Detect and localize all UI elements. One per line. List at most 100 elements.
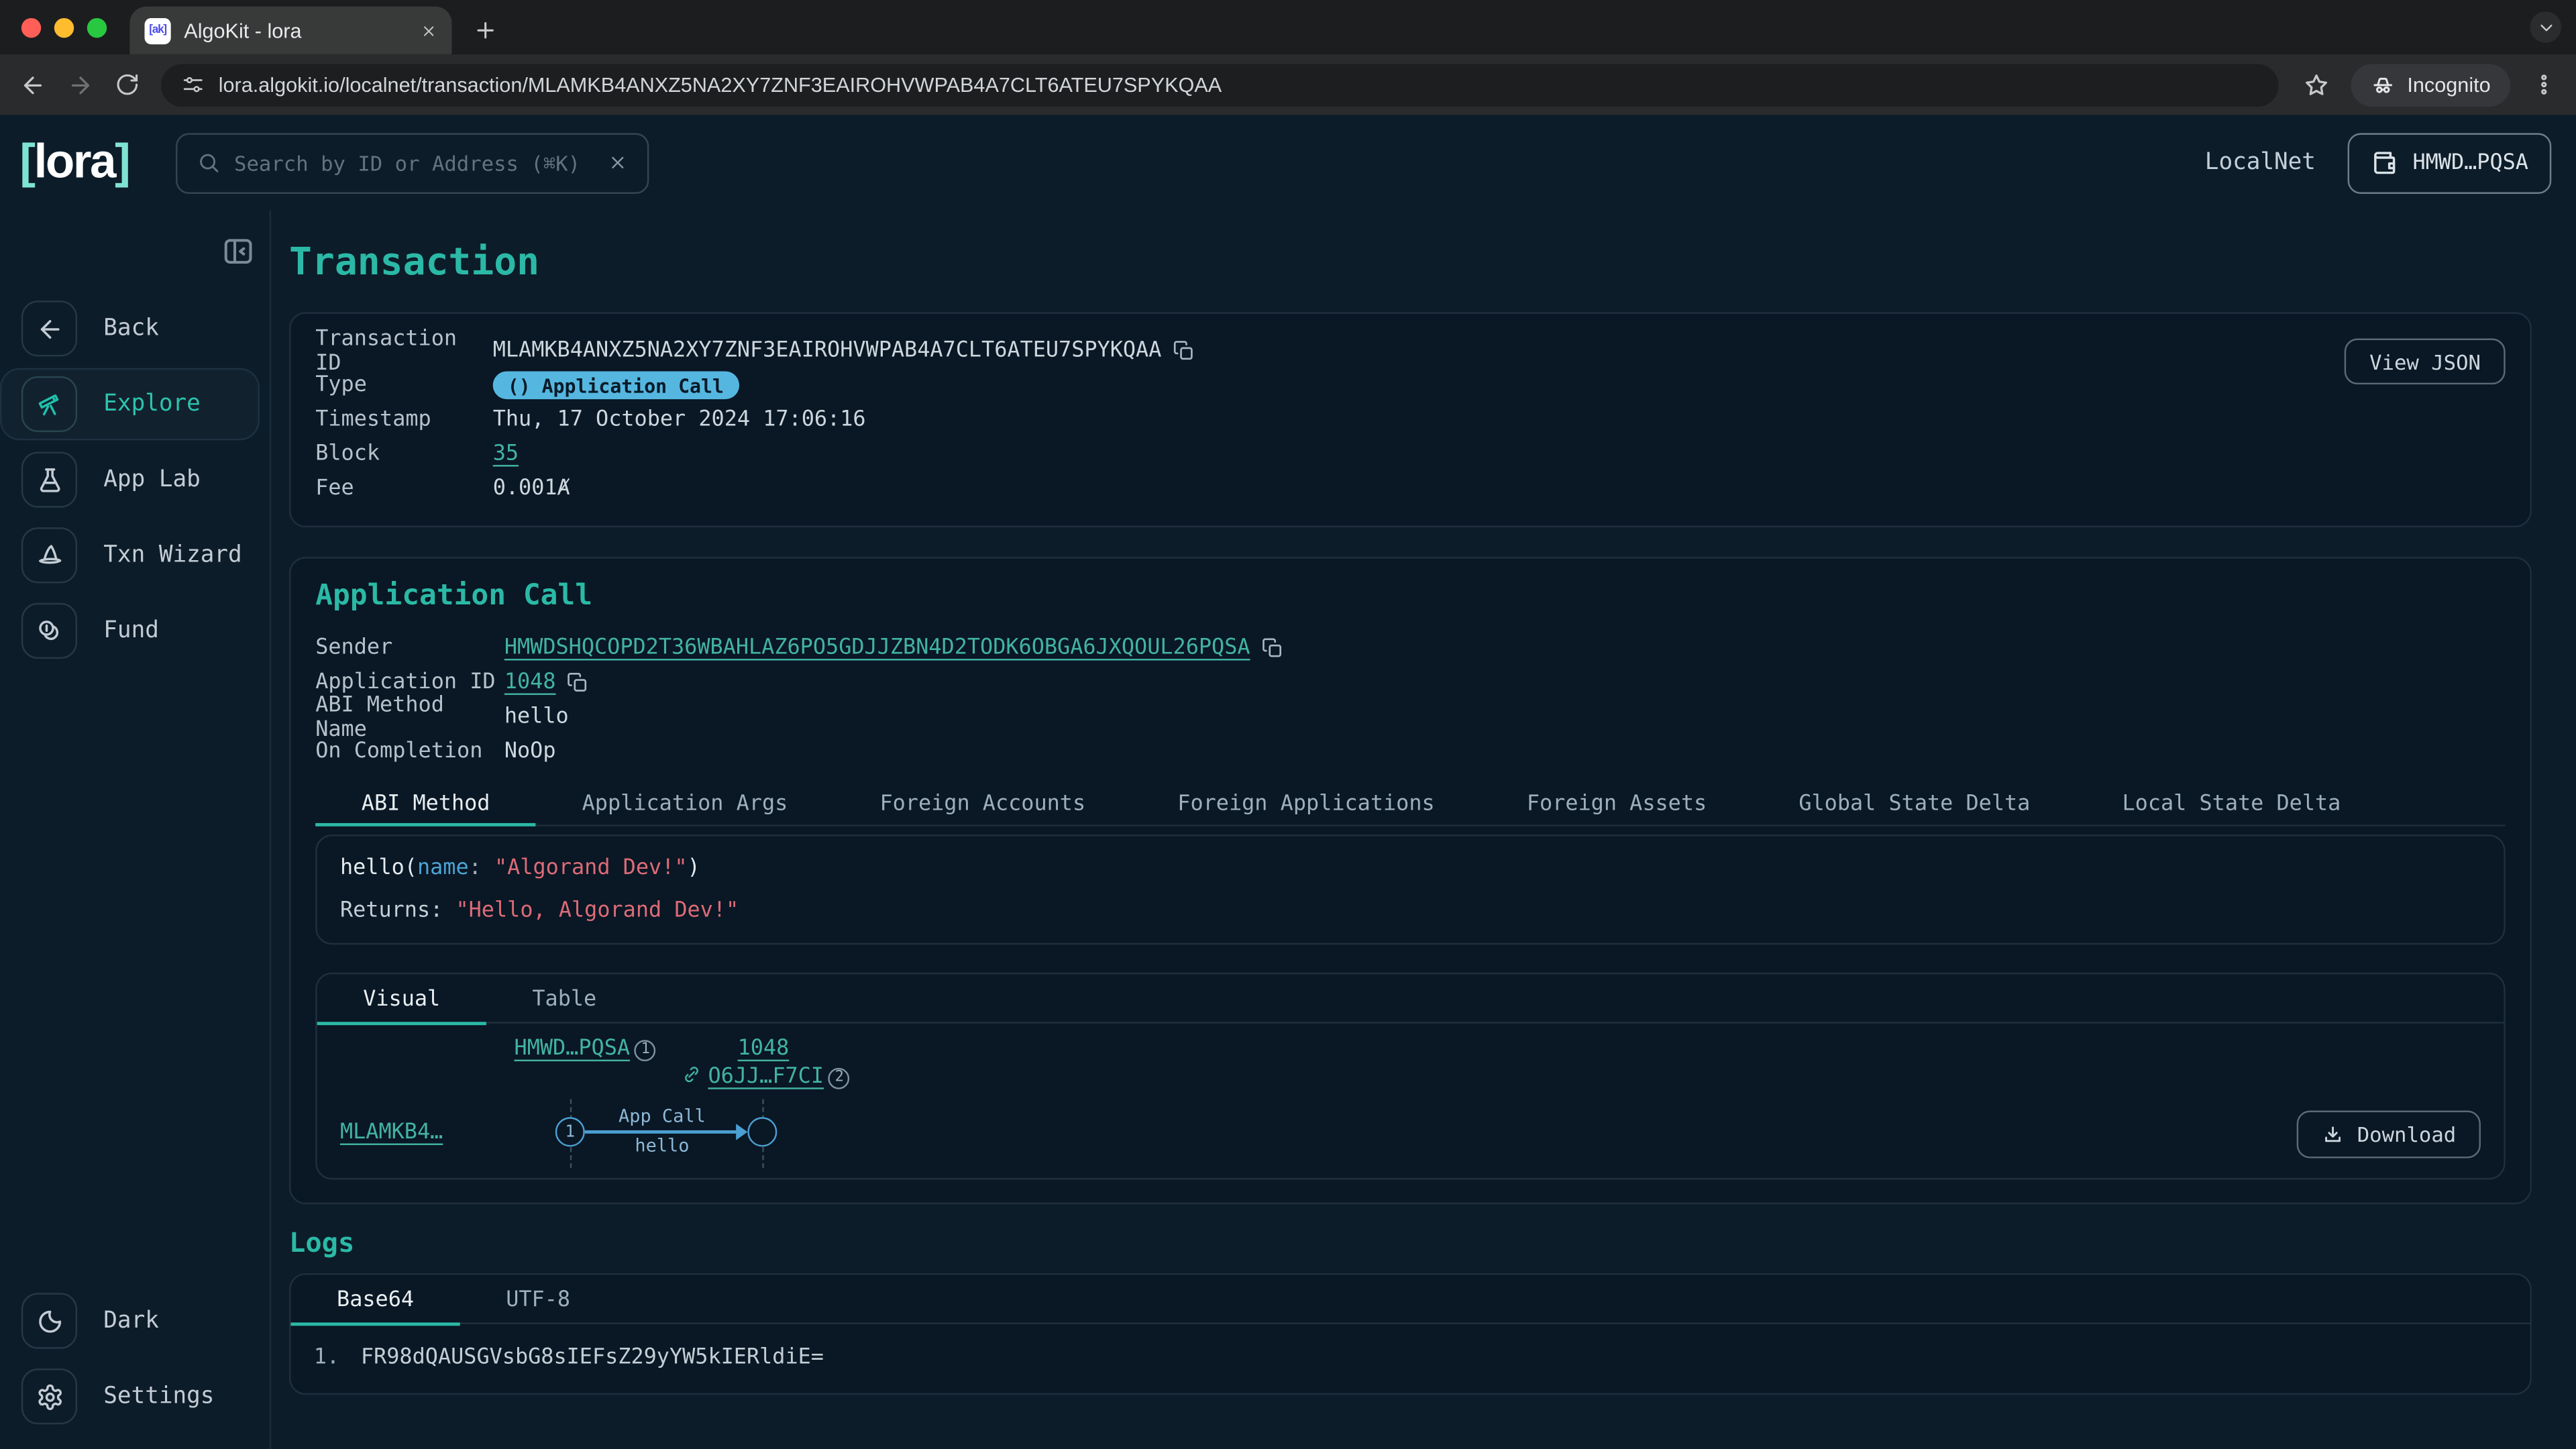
field-label: Application ID bbox=[315, 670, 504, 695]
flask-icon bbox=[21, 451, 77, 507]
logs-card: Base64 UTF-8 1. FR98dQAUSGVsbG8sIEFsZ29y… bbox=[289, 1273, 2532, 1395]
url-text: lora.algokit.io/localnet/transaction/MLA… bbox=[219, 73, 1222, 96]
download-label: Download bbox=[2357, 1122, 2456, 1147]
application-id-link[interactable]: 1048 bbox=[504, 670, 556, 695]
sidebar-item-back[interactable]: Back bbox=[0, 292, 270, 365]
transaction-graph: HMWD…PQSA1 1048 O6JJ…F7CI2 bbox=[317, 1024, 2504, 1178]
browser-menu-icon[interactable] bbox=[2532, 72, 2557, 97]
tab-table[interactable]: Table bbox=[486, 974, 643, 1023]
tab-application-args[interactable]: Application Args bbox=[536, 784, 834, 824]
tab-search-icon[interactable] bbox=[2530, 11, 2561, 43]
download-icon bbox=[2321, 1123, 2344, 1146]
graph-application-link[interactable]: 1048 bbox=[738, 1036, 790, 1061]
sidebar-item-txn-wizard[interactable]: Txn Wizard bbox=[0, 519, 270, 592]
field-label: Fee bbox=[315, 476, 492, 501]
lora-logo[interactable]: [ lora ] bbox=[19, 136, 129, 190]
tab-visual[interactable]: Visual bbox=[317, 974, 486, 1023]
graph-transaction-link[interactable]: MLAMKB4… bbox=[340, 1120, 443, 1145]
tab-close-icon[interactable] bbox=[421, 22, 437, 38]
visual-card: Visual Table HMWD…PQSA 1 1048 bbox=[315, 973, 2505, 1180]
returns-value: "Hello, Algorand Dev!" bbox=[455, 899, 739, 924]
sidebar-collapse-icon[interactable] bbox=[222, 235, 255, 268]
logo-bracket-open: [ bbox=[19, 136, 34, 190]
field-label: Type bbox=[315, 373, 492, 398]
search-bar[interactable] bbox=[175, 132, 648, 193]
theme-toggle-dark[interactable]: Dark bbox=[0, 1285, 270, 1357]
log-value: FR98dQAUSGVsbG8sIEFsZ29yYW5kIERldiE= bbox=[361, 1346, 824, 1371]
lora-app: [ lora ] LocalNet HMWD…PQSA bbox=[0, 115, 2576, 1449]
search-icon bbox=[197, 151, 219, 174]
algo-symbol: Ⱥ bbox=[557, 476, 570, 501]
section-title: Application Call bbox=[315, 578, 2505, 614]
tab-local-state-delta[interactable]: Local State Delta bbox=[2076, 784, 2387, 824]
bookmark-star-icon[interactable] bbox=[2304, 72, 2330, 98]
field-label: Sender bbox=[315, 636, 504, 661]
site-settings-icon[interactable] bbox=[182, 74, 204, 95]
copy-icon[interactable] bbox=[1262, 637, 1283, 659]
code-colon: : bbox=[469, 856, 494, 881]
transaction-type-badge: () Application Call bbox=[493, 371, 739, 399]
sidebar-item-fund[interactable]: Fund bbox=[0, 595, 270, 667]
toolbar: lora.algokit.io/localnet/transaction/MLA… bbox=[0, 54, 2576, 115]
sidebar-footer: Dark Settings bbox=[0, 1285, 270, 1432]
logo-text: lora bbox=[34, 136, 115, 190]
tab-abi-method[interactable]: ABI Method bbox=[315, 784, 536, 824]
tab-strip: [ak] AlgoKit - lora bbox=[0, 0, 2576, 54]
tab-base64[interactable]: Base64 bbox=[290, 1275, 460, 1324]
tab-foreign-accounts[interactable]: Foreign Accounts bbox=[834, 784, 1132, 824]
page-title: Transaction bbox=[289, 243, 2532, 282]
tab-foreign-assets[interactable]: Foreign Assets bbox=[1481, 784, 1752, 824]
download-button[interactable]: Download bbox=[2296, 1111, 2481, 1159]
wallet-address: HMWD…PQSA bbox=[2412, 150, 2528, 175]
incognito-icon bbox=[2371, 72, 2396, 97]
graph-node-sender[interactable]: 1 bbox=[555, 1117, 585, 1146]
transaction-id-value: MLAMKB4ANXZ5NA2XY7ZNF3EAIROHVWPAB4A7CLT6… bbox=[493, 338, 1162, 363]
wallet-button[interactable]: HMWD…PQSA bbox=[2347, 132, 2551, 193]
copy-icon[interactable] bbox=[1173, 340, 1195, 362]
field-label: Block bbox=[315, 442, 492, 467]
zoom-window-button[interactable] bbox=[87, 17, 107, 37]
wallet-icon bbox=[2370, 149, 2398, 177]
field-label: Timestamp bbox=[315, 407, 492, 432]
sender-link[interactable]: HMWDSHQCOPD2T36WBAHLAZ6PO5GDJJZBN4D2TODK… bbox=[504, 636, 1250, 661]
forward-icon[interactable] bbox=[67, 72, 93, 98]
app-header: [ lora ] LocalNet HMWD…PQSA bbox=[0, 115, 2576, 210]
minimize-window-button[interactable] bbox=[54, 17, 74, 37]
sidebar-item-explore[interactable]: Explore bbox=[0, 368, 260, 441]
view-json-button[interactable]: View JSON bbox=[2345, 338, 2505, 384]
fee-value: 0.001 bbox=[493, 476, 557, 501]
logs-title: Logs bbox=[289, 1227, 2532, 1260]
back-icon[interactable] bbox=[19, 72, 46, 98]
window-controls bbox=[0, 0, 129, 54]
reload-icon[interactable] bbox=[115, 72, 140, 97]
link-icon bbox=[682, 1065, 701, 1084]
sidebar-item-label: Fund bbox=[103, 618, 159, 644]
abi-method-name-value: hello bbox=[504, 705, 569, 730]
tab-global-state-delta[interactable]: Global State Delta bbox=[1753, 784, 2076, 824]
abi-returns: Returns: "Hello, Algorand Dev!" bbox=[340, 899, 2481, 924]
sidebar-item-label: Txn Wizard bbox=[103, 542, 241, 568]
sidebar-item-app-lab[interactable]: App Lab bbox=[0, 443, 270, 516]
search-input[interactable] bbox=[234, 150, 592, 175]
graph-node-application[interactable] bbox=[747, 1117, 777, 1146]
close-window-button[interactable] bbox=[21, 17, 41, 37]
wizard-hat-icon bbox=[21, 527, 77, 583]
block-link[interactable]: 35 bbox=[493, 442, 519, 467]
new-tab-icon[interactable] bbox=[473, 18, 498, 43]
visual-tabs: Visual Table bbox=[317, 974, 2504, 1023]
moon-icon bbox=[21, 1293, 77, 1348]
incognito-label: Incognito bbox=[2407, 73, 2490, 96]
sidebar-item-settings[interactable]: Settings bbox=[0, 1360, 270, 1433]
tab-foreign-applications[interactable]: Foreign Applications bbox=[1132, 784, 1481, 824]
search-clear-icon[interactable] bbox=[607, 153, 627, 172]
field-label: Transaction ID bbox=[315, 326, 492, 375]
tab-utf8[interactable]: UTF-8 bbox=[460, 1275, 616, 1324]
graph-app-account-link[interactable]: O6JJ…F7CI bbox=[708, 1065, 824, 1089]
address-bar[interactable]: lora.algokit.io/localnet/transaction/MLA… bbox=[161, 63, 2279, 106]
copy-icon[interactable] bbox=[568, 672, 589, 694]
browser-tab[interactable]: [ak] AlgoKit - lora bbox=[129, 7, 451, 54]
graph-arrowhead bbox=[736, 1124, 747, 1140]
graph-account-link[interactable]: HMWD…PQSA bbox=[515, 1036, 631, 1061]
incognito-badge: Incognito bbox=[2351, 63, 2510, 106]
network-label[interactable]: LocalNet bbox=[2205, 150, 2316, 176]
